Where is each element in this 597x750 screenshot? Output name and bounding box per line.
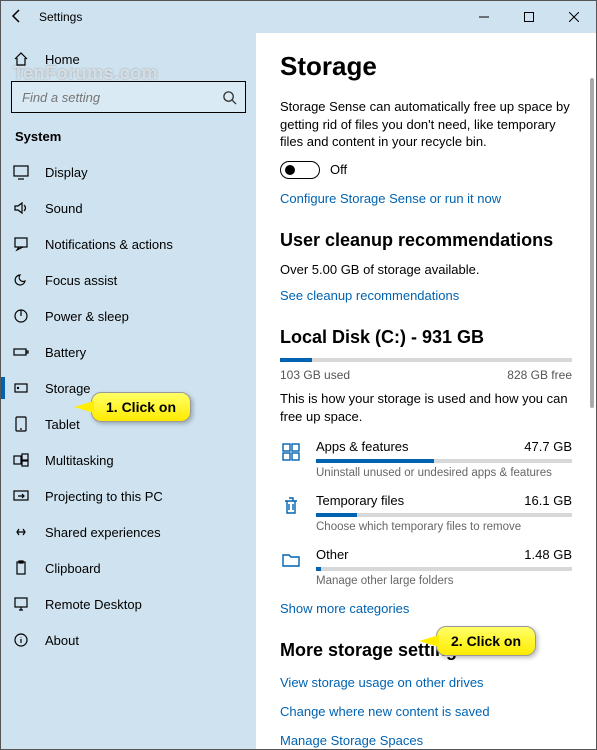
- configure-storage-sense-link[interactable]: Configure Storage Sense or run it now: [280, 191, 572, 206]
- disk-free-label: 828 GB free: [507, 368, 572, 382]
- link-change-content-saved[interactable]: Change where new content is saved: [280, 704, 572, 719]
- power-icon: [13, 308, 29, 324]
- maximize-button[interactable]: [506, 1, 551, 33]
- tablet-icon: [13, 416, 29, 432]
- storage-icon: [13, 380, 29, 396]
- clipboard-icon: [13, 560, 29, 576]
- apps-icon: [280, 441, 302, 463]
- link-manage-storage-spaces[interactable]: Manage Storage Spaces: [280, 733, 572, 748]
- trash-icon: [280, 495, 302, 517]
- search-box[interactable]: [11, 81, 246, 113]
- annotation-2: 2. Click on: [436, 626, 536, 656]
- toggle-state: Off: [330, 162, 347, 177]
- sidebar-category: System: [1, 123, 256, 154]
- sidebar-item-remote-desktop[interactable]: Remote Desktop: [1, 586, 256, 622]
- close-button[interactable]: [551, 1, 596, 33]
- remote-desktop-icon: [13, 596, 29, 612]
- search-input[interactable]: [20, 89, 222, 106]
- sidebar-item-focus-assist[interactable]: Focus assist: [1, 262, 256, 298]
- titlebar: Settings: [1, 1, 596, 33]
- storage-sense-desc: Storage Sense can automatically free up …: [280, 98, 572, 151]
- sidebar-item-battery[interactable]: Battery: [1, 334, 256, 370]
- sidebar-item-multitasking[interactable]: Multitasking: [1, 442, 256, 478]
- sidebar: Home System Display Sound Notifications …: [1, 33, 256, 749]
- cleanup-heading: User cleanup recommendations: [280, 230, 572, 251]
- battery-icon: [13, 344, 29, 360]
- page-title: Storage: [280, 51, 572, 82]
- sidebar-item-clipboard[interactable]: Clipboard: [1, 550, 256, 586]
- multitasking-icon: [13, 452, 29, 468]
- sidebar-home-label: Home: [45, 52, 80, 67]
- sidebar-item-about[interactable]: About: [1, 622, 256, 658]
- disk-used-label: 103 GB used: [280, 368, 350, 382]
- minimize-button[interactable]: [461, 1, 506, 33]
- focus-assist-icon: [13, 272, 29, 288]
- projecting-icon: [13, 488, 29, 504]
- category-apps-features[interactable]: Apps & features47.7 GB Uninstall unused …: [280, 439, 572, 479]
- about-icon: [13, 632, 29, 648]
- notifications-icon: [13, 236, 29, 252]
- back-button[interactable]: [9, 8, 25, 27]
- sidebar-item-power-sleep[interactable]: Power & sleep: [1, 298, 256, 334]
- display-icon: [13, 164, 29, 180]
- toggle-track[interactable]: [280, 161, 320, 179]
- sidebar-item-sound[interactable]: Sound: [1, 190, 256, 226]
- show-more-categories-link[interactable]: Show more categories: [280, 601, 572, 616]
- link-view-storage-other-drives[interactable]: View storage usage on other drives: [280, 675, 572, 690]
- cleanup-link[interactable]: See cleanup recommendations: [280, 288, 572, 303]
- sidebar-item-notifications[interactable]: Notifications & actions: [1, 226, 256, 262]
- shared-icon: [13, 524, 29, 540]
- sidebar-home[interactable]: Home: [1, 41, 256, 77]
- disk-desc: This is how your storage is used and how…: [280, 390, 572, 425]
- category-temporary-files[interactable]: Temporary files16.1 GB Choose which temp…: [280, 493, 572, 533]
- sidebar-item-projecting[interactable]: Projecting to this PC: [1, 478, 256, 514]
- disk-heading: Local Disk (C:) - 931 GB: [280, 327, 572, 348]
- scrollbar[interactable]: [590, 78, 594, 408]
- window-title: Settings: [39, 10, 82, 24]
- category-other[interactable]: Other1.48 GB Manage other large folders: [280, 547, 572, 587]
- storage-sense-toggle[interactable]: Off: [280, 161, 572, 179]
- annotation-1: 1. Click on: [91, 392, 191, 422]
- home-icon: [13, 51, 29, 67]
- cleanup-sub: Over 5.00 GB of storage available.: [280, 261, 572, 279]
- sound-icon: [13, 200, 29, 216]
- disk-usage-bar: [280, 358, 572, 362]
- search-icon: [222, 90, 237, 105]
- sidebar-item-shared-experiences[interactable]: Shared experiences: [1, 514, 256, 550]
- sidebar-item-display[interactable]: Display: [1, 154, 256, 190]
- folder-icon: [280, 549, 302, 571]
